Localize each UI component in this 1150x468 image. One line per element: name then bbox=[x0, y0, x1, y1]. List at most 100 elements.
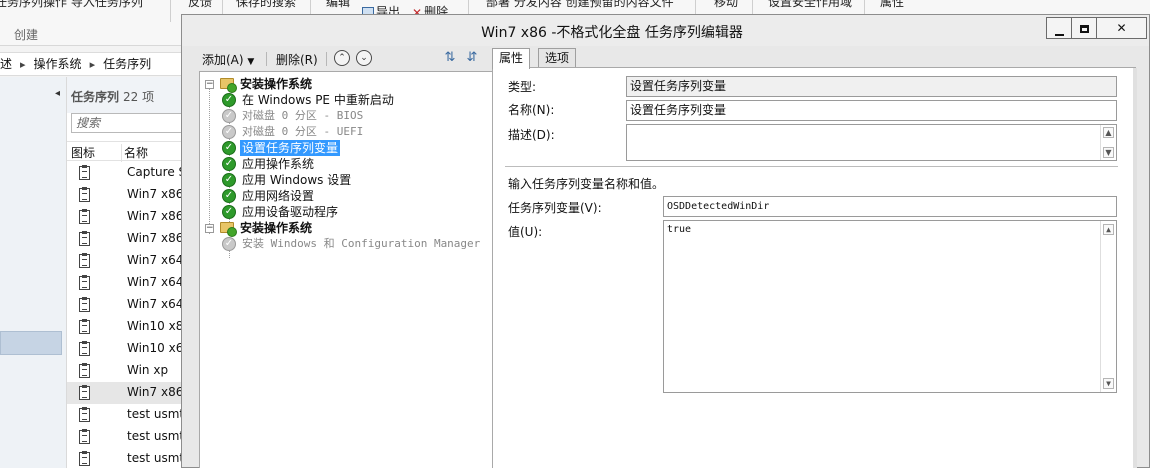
list-item-name: Win10 x8 bbox=[127, 319, 184, 333]
chevron-down-icon: ▼ bbox=[247, 57, 255, 67]
scroll-up-icon[interactable]: ▲ bbox=[1103, 127, 1114, 138]
tab-options[interactable]: 选项 bbox=[538, 48, 577, 68]
description-field[interactable]: ▲ ▼ bbox=[626, 124, 1117, 161]
move-up-icon[interactable]: ⌃ bbox=[334, 50, 350, 66]
check-disabled-icon: ✓ bbox=[222, 109, 236, 123]
list-item-name: Win7 x64 bbox=[127, 297, 184, 311]
name-label: 名称(N): bbox=[508, 103, 555, 117]
list-item[interactable]: Win10 x6 bbox=[67, 338, 191, 360]
list-header: 任务序列 22 项 bbox=[67, 77, 191, 113]
collapse-left-icon[interactable]: ◂ bbox=[55, 88, 60, 99]
collapse-all-icon[interactable]: ⇵ bbox=[464, 50, 480, 66]
close-button[interactable]: ✕ bbox=[1096, 17, 1147, 39]
tree-step-label: 应用 Windows 设置 bbox=[242, 173, 352, 187]
ribbon-task-sequence-actions[interactable]: 任务序列操作 导入任务序列 bbox=[0, 0, 143, 10]
column-icon-header[interactable]: 图标 bbox=[71, 144, 95, 161]
tree-step-disabled[interactable]: ✓ 对磁盘 0 分区 - UEFI bbox=[200, 124, 490, 140]
list-item-name: Win7 x64 bbox=[127, 275, 184, 289]
tree-group-install-os[interactable]: − 安装操作系统 bbox=[200, 220, 490, 237]
list-item-name: test usmt bbox=[127, 407, 185, 421]
list-item[interactable]: Capture S bbox=[67, 162, 191, 184]
list-item[interactable]: Win7 x86 bbox=[67, 184, 191, 206]
ribbon-edit[interactable]: 编辑 bbox=[326, 0, 350, 10]
tree-step-label: 安装 Windows 和 Configuration Manager bbox=[242, 237, 481, 250]
ribbon-saved-searches[interactable]: 保存的搜索 bbox=[236, 0, 296, 10]
list-item-name: Win7 x86 bbox=[127, 209, 184, 223]
folder-icon bbox=[220, 222, 237, 237]
list-item[interactable]: Win7 x86 bbox=[67, 206, 191, 228]
tree-group-install-os[interactable]: − 安装操作系统 bbox=[200, 76, 490, 93]
list-item[interactable]: test usmt bbox=[67, 426, 191, 448]
list-item[interactable]: Win7 x86 bbox=[67, 228, 191, 250]
list-item[interactable]: Win7 x64 bbox=[67, 250, 191, 272]
list-item[interactable]: Win7 x64 bbox=[67, 272, 191, 294]
expand-all-icon[interactable]: ⇅ bbox=[442, 50, 458, 66]
nav-selected-item[interactable] bbox=[0, 331, 62, 355]
ribbon-move[interactable]: 移动 bbox=[714, 0, 738, 10]
clipboard-icon bbox=[79, 319, 90, 334]
breadcrumb-arrow-icon: ▸ bbox=[89, 58, 96, 71]
task-sequence-tree: − 安装操作系统 ✓ 在 Windows PE 中重新启动 ✓ 对磁盘 0 分区… bbox=[199, 71, 493, 468]
tree-step[interactable]: ✓ 应用设备驱动程序 bbox=[200, 204, 490, 220]
ribbon-properties[interactable]: 属性 bbox=[880, 0, 904, 10]
list-item[interactable]: test usmt bbox=[67, 404, 191, 426]
tree-step-disabled[interactable]: ✓ 安装 Windows 和 Configuration Manager bbox=[200, 236, 492, 252]
add-menu-button[interactable]: 添加(A) ▼ bbox=[202, 51, 254, 68]
list-item[interactable]: Win7 x64 bbox=[67, 294, 191, 316]
breadcrumb-item[interactable]: 操作系统 bbox=[34, 57, 82, 71]
task-sequence-list: 任务序列 22 项 ◂ 搜索 图标 名称 Capture S Win7 x86 Win… bbox=[55, 77, 191, 468]
tree-step[interactable]: ✓ 应用操作系统 bbox=[200, 156, 490, 172]
tree-step-label: 在 Windows PE 中重新启动 bbox=[242, 93, 394, 107]
variable-field[interactable]: OSDDetectedWinDir bbox=[663, 196, 1117, 217]
collapse-icon[interactable]: − bbox=[205, 80, 214, 89]
window-titlebar[interactable]: Win7 x86 -不格式化全盘 任务序列编辑器 ✕ bbox=[182, 15, 1149, 46]
properties-panel: 类型: 设置任务序列变量 名称(N): 设置任务序列变量 描述(D): ▲ ▼ … bbox=[492, 67, 1137, 468]
value-scrollbar[interactable]: ▲ ▼ bbox=[1100, 221, 1116, 392]
maximize-button[interactable] bbox=[1071, 17, 1097, 39]
scroll-up-icon[interactable]: ▲ bbox=[1103, 224, 1114, 235]
collapse-icon[interactable]: − bbox=[205, 224, 214, 233]
ribbon-feedback[interactable]: 反馈 bbox=[188, 0, 212, 10]
ribbon-separator bbox=[170, 0, 171, 22]
tree-step-disabled[interactable]: ✓ 对磁盘 0 分区 - BIOS bbox=[200, 108, 490, 124]
clipboard-icon bbox=[79, 385, 90, 400]
tree-step[interactable]: ✓ 应用网络设置 bbox=[200, 188, 490, 204]
tree-step[interactable]: ✓ 应用 Windows 设置 bbox=[200, 172, 490, 188]
tab-properties[interactable]: 属性 bbox=[492, 48, 531, 69]
scroll-down-icon[interactable]: ▼ bbox=[1103, 378, 1114, 389]
value-field[interactable]: true ▲ ▼ bbox=[663, 220, 1117, 393]
clipboard-icon bbox=[79, 451, 90, 466]
name-field[interactable]: 设置任务序列变量 bbox=[626, 100, 1117, 121]
list-item-name: Win7 x86 bbox=[127, 231, 184, 245]
list-item[interactable]: Win xp bbox=[67, 360, 191, 382]
minimize-button[interactable] bbox=[1046, 17, 1072, 39]
list-item[interactable]: Win10 x8 bbox=[67, 316, 191, 338]
tree-step-selected[interactable]: ✓ 设置任务序列变量 bbox=[200, 140, 490, 156]
ribbon-security-scopes[interactable]: 设置安全作用域 bbox=[768, 0, 852, 10]
ribbon-group-label: 创建 bbox=[14, 28, 39, 42]
breadcrumb-item[interactable]: 述 bbox=[0, 57, 12, 71]
type-label: 类型: bbox=[508, 80, 537, 94]
list-item[interactable]: Win7 x86 bbox=[67, 382, 191, 404]
window-title: Win7 x86 -不格式化全盘 任务序列编辑器 bbox=[481, 25, 743, 41]
list-item[interactable]: test usmt bbox=[67, 448, 191, 468]
clipboard-icon bbox=[79, 429, 90, 444]
ribbon-deploy[interactable]: 部署 分发内容 创建预留的内容文件 bbox=[486, 0, 674, 10]
check-icon: ✓ bbox=[222, 93, 236, 107]
scroll-down-icon[interactable]: ▼ bbox=[1103, 147, 1114, 158]
folder-icon bbox=[220, 78, 237, 93]
close-icon: ✕ bbox=[1116, 21, 1127, 35]
clipboard-icon bbox=[79, 187, 90, 202]
breadcrumb-item[interactable]: 任务序列 bbox=[103, 57, 151, 71]
column-name-header[interactable]: 名称 bbox=[121, 144, 148, 162]
panel-scrollbar[interactable] bbox=[1133, 68, 1137, 468]
toolbar-separator bbox=[326, 52, 327, 66]
clipboard-icon bbox=[79, 341, 90, 356]
navigation-pane bbox=[0, 77, 66, 468]
description-scrollbar[interactable]: ▲ ▼ bbox=[1100, 125, 1116, 160]
tree-step[interactable]: ✓ 在 Windows PE 中重新启动 bbox=[200, 92, 490, 108]
list-search-input[interactable]: 搜索 bbox=[71, 113, 189, 133]
list-item-name: Win10 x6 bbox=[127, 341, 184, 355]
remove-button[interactable]: 删除(R) bbox=[276, 51, 318, 68]
move-down-icon[interactable]: ⌄ bbox=[356, 50, 372, 66]
